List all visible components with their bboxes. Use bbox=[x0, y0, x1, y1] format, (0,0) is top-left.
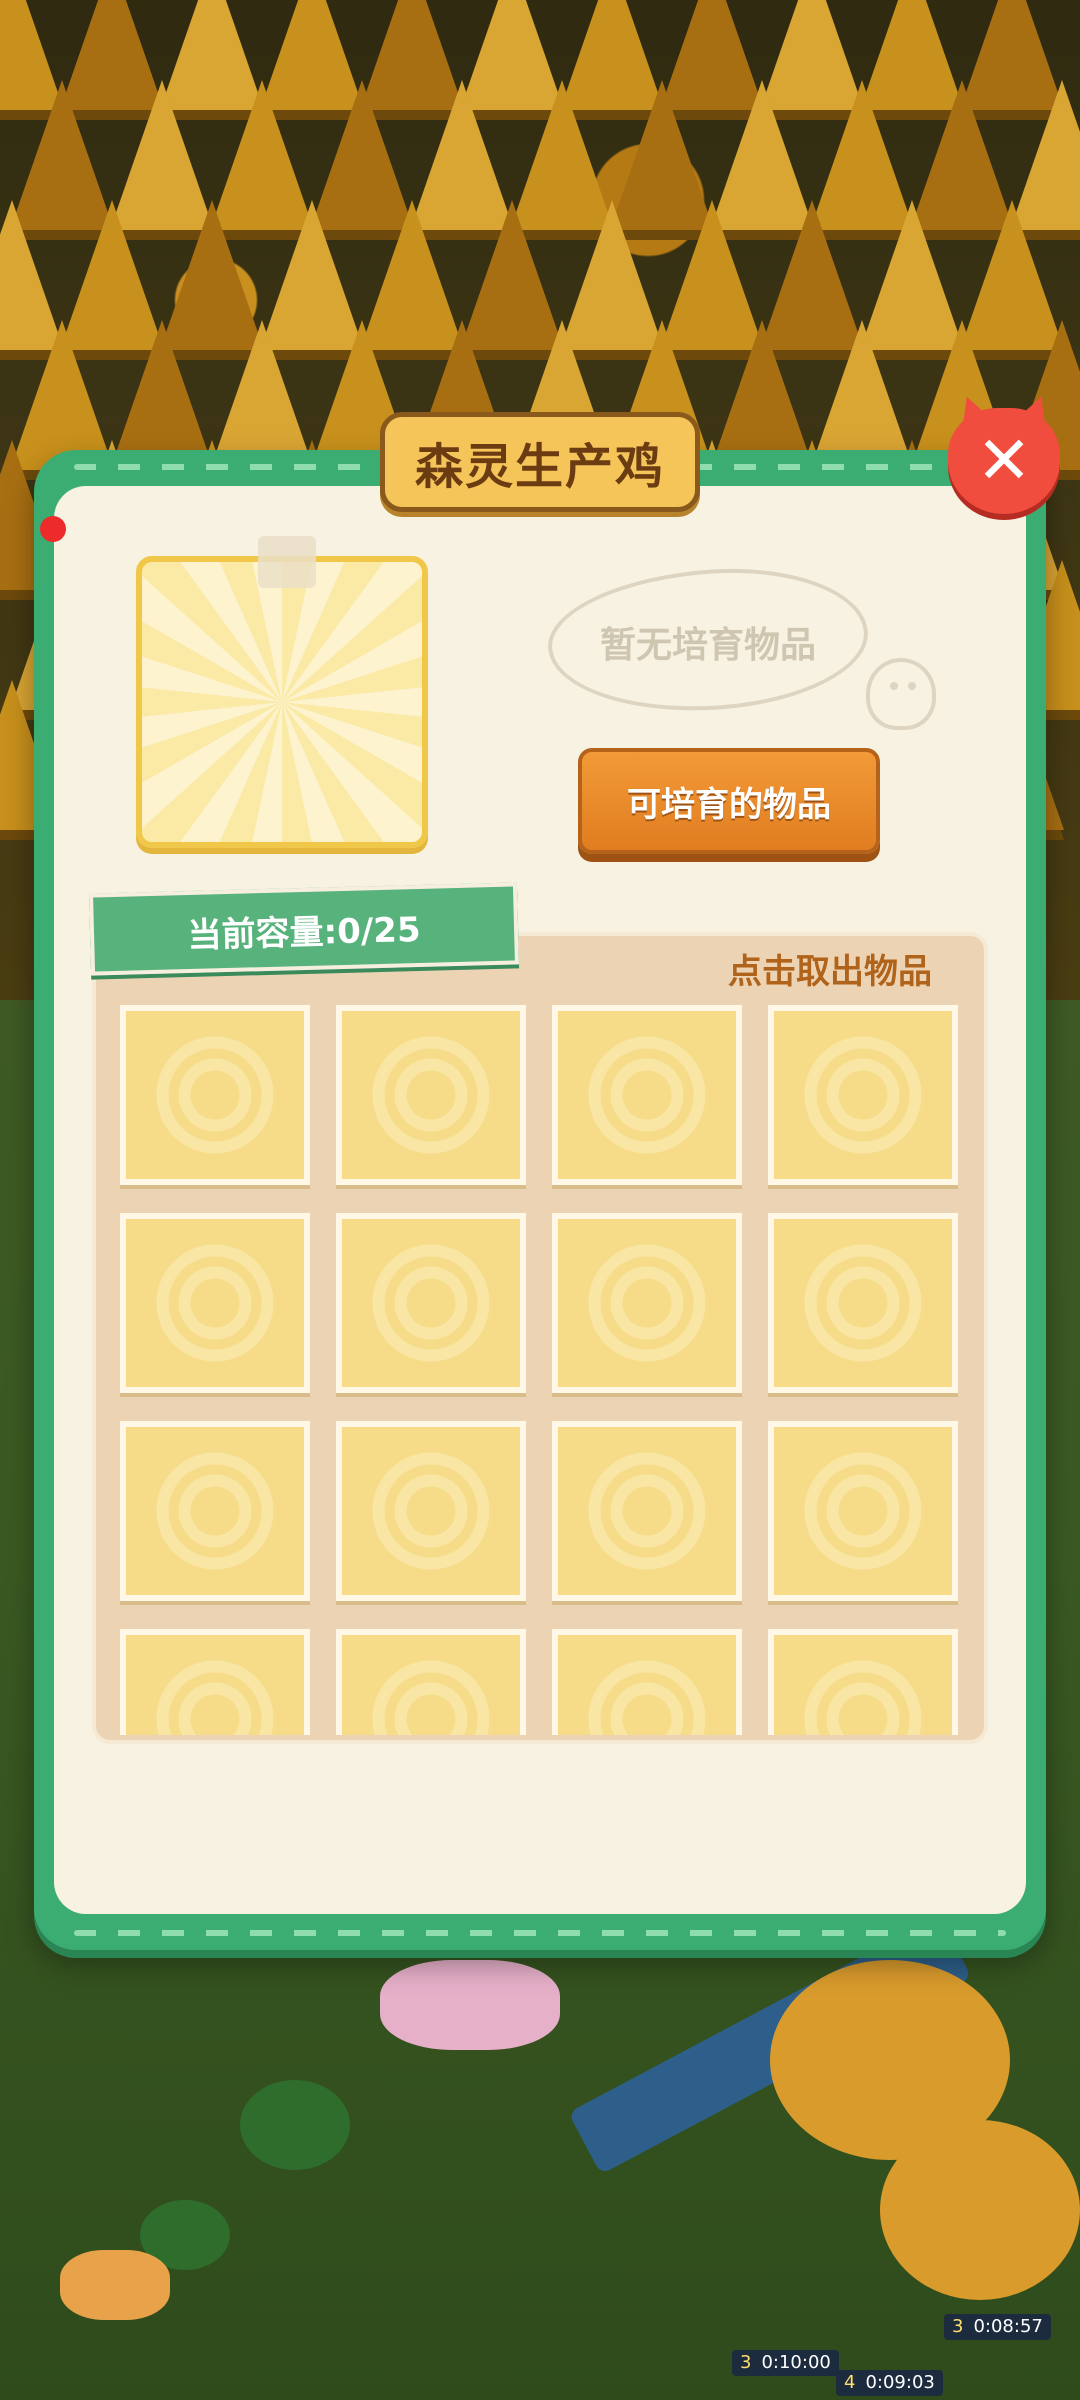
swirl-icon bbox=[804, 1036, 922, 1154]
swirl-icon bbox=[804, 1452, 922, 1570]
close-icon: ✕ bbox=[976, 422, 1032, 499]
storage-slot[interactable] bbox=[120, 1629, 310, 1735]
production-timer: 3 0:10:00 bbox=[732, 2350, 839, 2376]
empty-text: 暂无培育物品 bbox=[599, 625, 816, 666]
storage-slot[interactable] bbox=[768, 1213, 958, 1393]
swirl-icon bbox=[588, 1036, 706, 1154]
storage-slot[interactable] bbox=[768, 1005, 958, 1185]
capacity-tag: 当前容量:0/25 bbox=[89, 882, 519, 976]
swirl-icon bbox=[804, 1244, 922, 1362]
swirl-icon bbox=[372, 1660, 490, 1735]
empty-speech-bubble: 暂无培育物品 bbox=[543, 559, 873, 721]
swirl-icon bbox=[804, 1660, 922, 1735]
swirl-icon bbox=[156, 1244, 274, 1362]
swirl-icon bbox=[588, 1452, 706, 1570]
swirl-icon bbox=[156, 1036, 274, 1154]
storage-slot[interactable] bbox=[336, 1213, 526, 1393]
storage-slot[interactable] bbox=[336, 1629, 526, 1735]
autumn-tree bbox=[880, 2120, 1080, 2300]
breeding-item-preview bbox=[136, 556, 428, 848]
storage-slot[interactable] bbox=[552, 1005, 742, 1185]
storage-slot[interactable] bbox=[552, 1213, 742, 1393]
swirl-icon bbox=[588, 1660, 706, 1735]
swirl-icon bbox=[156, 1660, 274, 1735]
storage-slot[interactable] bbox=[336, 1005, 526, 1185]
item-grid bbox=[120, 1005, 964, 1735]
bush bbox=[240, 2080, 350, 2170]
swirl-icon bbox=[156, 1452, 274, 1570]
breedable-items-button[interactable]: 可培育的物品 bbox=[578, 748, 880, 854]
production-timer: 3 0:08:57 bbox=[944, 2314, 1051, 2340]
storage-slot[interactable] bbox=[120, 1421, 310, 1601]
notification-dot bbox=[40, 516, 66, 542]
flower-bed bbox=[380, 1960, 560, 2050]
mascot-icon bbox=[862, 652, 942, 740]
storage-slot[interactable] bbox=[336, 1421, 526, 1601]
dialog-title-text: 森灵生产鸡 bbox=[414, 439, 665, 495]
flower-bed bbox=[60, 2250, 170, 2320]
close-button[interactable]: ✕ bbox=[948, 408, 1060, 514]
swirl-icon bbox=[372, 1036, 490, 1154]
storage-slot[interactable] bbox=[768, 1629, 958, 1735]
take-out-hint: 点击取出物品 bbox=[728, 952, 932, 992]
breedable-items-label: 可培育的物品 bbox=[627, 784, 831, 825]
swirl-icon bbox=[588, 1244, 706, 1362]
storage-slot[interactable] bbox=[120, 1005, 310, 1185]
storage-slot[interactable] bbox=[120, 1213, 310, 1393]
storage-slot[interactable] bbox=[552, 1421, 742, 1601]
storage-slot[interactable] bbox=[552, 1629, 742, 1735]
dialog-title: 森灵生产鸡 bbox=[380, 412, 700, 512]
swirl-icon bbox=[372, 1244, 490, 1362]
storage-slot[interactable] bbox=[768, 1421, 958, 1601]
preview-tag-icon bbox=[258, 536, 316, 588]
production-timer: 4 0:09:03 bbox=[836, 2370, 943, 2396]
capacity-label: 当前容量:0/25 bbox=[187, 909, 422, 956]
swirl-icon bbox=[372, 1452, 490, 1570]
